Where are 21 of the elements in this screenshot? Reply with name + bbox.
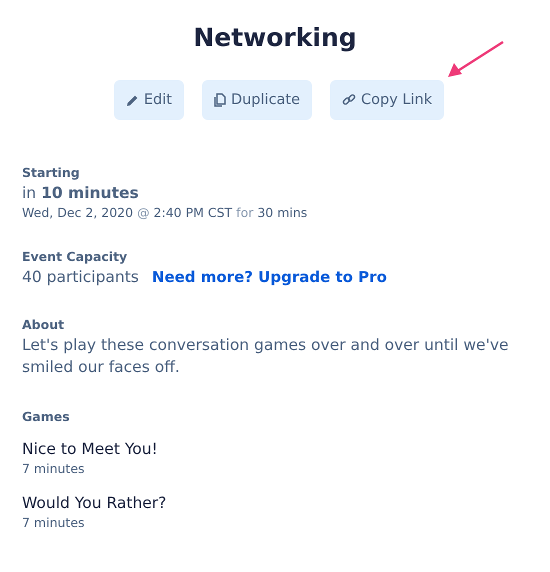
- game-title: Nice to Meet You!: [22, 439, 159, 460]
- about-text: Let's play these conversation games over and over until we've smiled our faces off.: [22, 335, 510, 378]
- document-icon: [214, 93, 226, 107]
- link-button[interactable]: Copy Link: [330, 80, 444, 120]
- link-icon: [342, 93, 356, 107]
- section-label: Event Capacity: [22, 248, 128, 266]
- capacity-text: 40 participants: [22, 267, 139, 288]
- pencil-icon: [126, 94, 139, 106]
- game-duration: 7 minutes: [22, 514, 86, 532]
- upgrade-link[interactable]: Need more? Upgrade to Pro: [152, 268, 387, 286]
- edit-button[interactable]: Edit: [114, 80, 184, 120]
- start-time-text: in 10 minutes: [22, 183, 140, 204]
- schedule-text: Wed, Dec 2, 2020 @ 2:40 PM CST for 30 mins: [22, 204, 308, 222]
- section-label: Games: [22, 408, 71, 426]
- section-label: Starting: [22, 164, 81, 182]
- section-label: About: [22, 316, 66, 334]
- arrow-drawing: [446, 40, 506, 80]
- page-title: Networking: [192, 22, 358, 54]
- game-title: Would You Rather?: [22, 493, 168, 514]
- game-duration: 7 minutes: [22, 460, 86, 478]
- duplicate-button[interactable]: Duplicate: [202, 80, 312, 120]
